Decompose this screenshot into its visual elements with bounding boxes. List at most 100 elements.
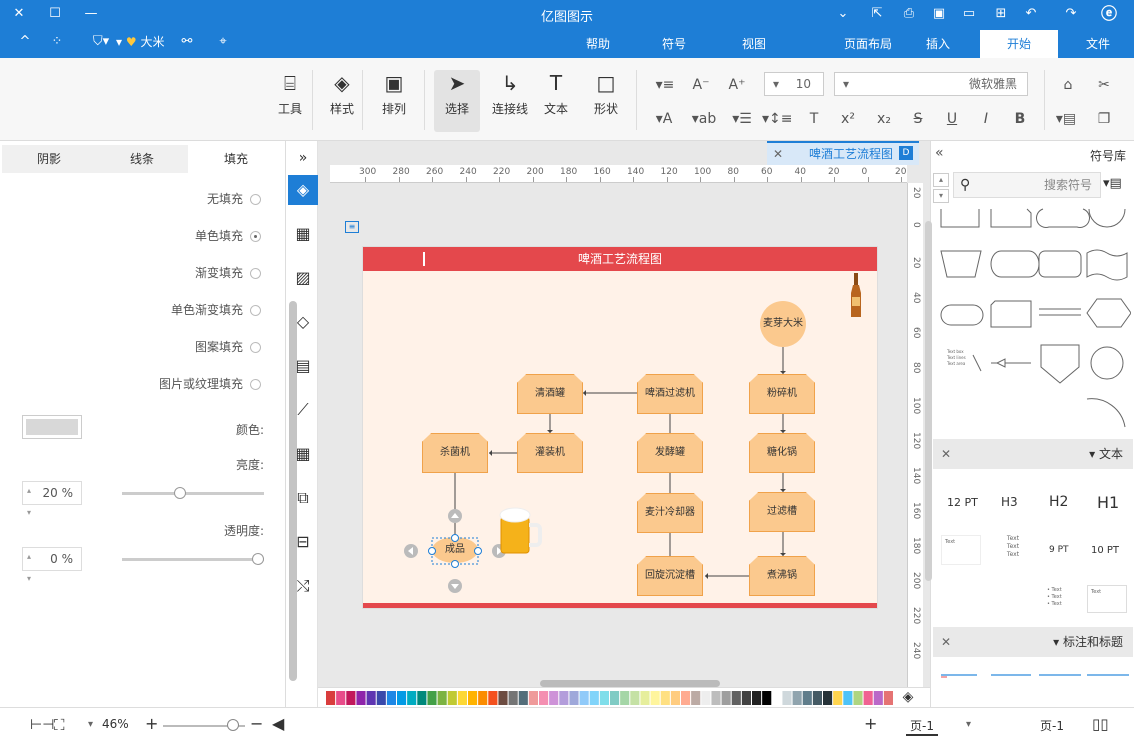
color-swatch[interactable]	[539, 691, 549, 705]
diagram-page[interactable]: 啤酒工艺流程图 麦芽大米 粉碎机 糖化锅 过滤槽 煮沸锅 回旋沉淀槽 麦汁冷却器…	[362, 246, 878, 609]
color-swatch[interactable]	[873, 691, 883, 705]
redo-icon[interactable]: ↷	[1060, 4, 1082, 24]
apps-icon[interactable]: ⁘	[46, 32, 68, 52]
minimize-icon[interactable]: —	[80, 4, 102, 24]
color-swatch[interactable]	[569, 691, 579, 705]
image-icon[interactable]: ▨	[288, 263, 318, 293]
font-size-select[interactable]: ▾ 10	[764, 72, 824, 96]
size-12pt[interactable]: 12 PT	[947, 496, 978, 509]
color-swatch[interactable]	[701, 691, 711, 705]
color-swatch[interactable]	[488, 691, 498, 705]
color-swatch[interactable]	[711, 691, 721, 705]
node-rice[interactable]: 麦芽大米	[760, 301, 806, 347]
node-saccharifier[interactable]: 糖化锅	[749, 433, 815, 473]
fill-bucket-icon[interactable]: ◈	[898, 689, 918, 705]
user-menu[interactable]: ▾ ♥ 大米	[116, 33, 164, 51]
paste-icon[interactable]: ▾▤	[1052, 108, 1080, 130]
option-texture-fill[interactable]: 图片或纹理填充	[159, 375, 243, 393]
maximize-icon[interactable]: ☐	[44, 4, 66, 24]
color-swatch[interactable]	[599, 691, 609, 705]
tab-symbols[interactable]: 符号	[654, 30, 694, 58]
color-swatch[interactable]	[681, 691, 691, 705]
scroll-down-icon[interactable]: ▾	[933, 189, 949, 203]
panel-scrollbar[interactable]	[289, 301, 297, 681]
symbol-search-field[interactable]: ⚲ 搜索符号	[953, 172, 1101, 198]
shirt-icon[interactable]: ⛉▾	[88, 32, 114, 52]
zoom-out-icon[interactable]: −	[250, 714, 263, 733]
color-palette[interactable]: ◈	[318, 680, 930, 707]
cut-icon[interactable]: ✂	[1092, 74, 1116, 96]
option-solid-fill[interactable]: 单色填充	[195, 227, 243, 245]
color-swatch[interactable]	[397, 691, 407, 705]
color-swatch[interactable]	[731, 691, 741, 705]
close-tab-icon[interactable]: ✕	[773, 143, 783, 165]
document-tab[interactable]: ✕ 啤酒工艺流程图 D	[767, 141, 919, 165]
color-swatch[interactable]	[336, 691, 346, 705]
underline-icon[interactable]: U	[942, 108, 962, 130]
close-section-icon[interactable]: ✕	[941, 627, 951, 657]
text-bullet-sample[interactable]: • Text • Text • Text	[1047, 587, 1077, 608]
color-swatch[interactable]	[863, 691, 873, 705]
heading-3[interactable]: H3	[1001, 495, 1018, 509]
fill-icon[interactable]: ◈	[288, 175, 318, 205]
font-color-icon[interactable]: ▾A	[650, 108, 678, 130]
color-swatch[interactable]	[549, 691, 559, 705]
color-swatch[interactable]	[802, 691, 812, 705]
transparency-input[interactable]: ▴ ▾ 0 %	[22, 547, 82, 583]
italic-icon[interactable]: I	[976, 108, 996, 130]
color-swatch[interactable]	[670, 691, 680, 705]
page-menu-icon[interactable]: ≡	[345, 221, 359, 233]
color-swatch[interactable]	[660, 691, 670, 705]
tab-line[interactable]: 线条	[96, 145, 188, 173]
option-single-gradient-fill[interactable]: 单色渐变填充	[171, 301, 243, 319]
tab-help[interactable]: 帮助	[578, 30, 618, 58]
node-clear-tank[interactable]: 清酒罐	[517, 374, 583, 414]
strikethrough-icon[interactable]: S	[908, 108, 928, 130]
zoom-dropdown-icon[interactable]: ▾	[88, 719, 93, 730]
color-swatch[interactable]	[468, 691, 478, 705]
tab-fill[interactable]: 填充	[188, 145, 284, 173]
font-grow-icon[interactable]: A⁺	[726, 74, 748, 96]
color-swatch[interactable]	[376, 691, 386, 705]
color-swatch[interactable]	[498, 691, 508, 705]
color-swatch[interactable]	[508, 691, 518, 705]
color-swatch[interactable]	[823, 691, 833, 705]
export-icon[interactable]: ⇱	[866, 4, 888, 24]
fullscreen-icon[interactable]: ⛶	[54, 716, 65, 734]
transparency-slider[interactable]	[122, 558, 264, 561]
transparency-slider-handle[interactable]	[252, 553, 264, 565]
color-swatch[interactable]	[326, 691, 336, 705]
undo-icon[interactable]: ↶	[1020, 4, 1042, 24]
library-menu-icon[interactable]: ▾▤	[1103, 176, 1122, 191]
callout-gallery[interactable]	[935, 667, 1131, 707]
color-swatch[interactable]	[528, 691, 538, 705]
color-swatch[interactable]	[356, 691, 366, 705]
color-swatch[interactable]	[782, 691, 792, 705]
print-icon[interactable]: ⎙	[898, 4, 920, 24]
color-swatch[interactable]	[752, 691, 762, 705]
color-swatch[interactable]	[792, 691, 802, 705]
color-swatch[interactable]	[721, 691, 731, 705]
node-crusher[interactable]: 粉碎机	[749, 374, 815, 414]
page-panel-icon[interactable]: ▯▯	[1092, 715, 1109, 733]
color-swatch[interactable]	[427, 691, 437, 705]
tab-page-layout[interactable]: 页面布局	[840, 30, 896, 58]
color-swatch[interactable]	[772, 691, 782, 705]
shape-tool-button[interactable]: □ 形状	[584, 70, 628, 132]
color-swatch[interactable]	[833, 691, 843, 705]
font-name-select[interactable]: ▾ 微软雅黑	[834, 72, 1028, 96]
color-swatch[interactable]	[447, 691, 457, 705]
collapse-panel-icon[interactable]: »	[288, 143, 318, 173]
color-swatch[interactable]	[457, 691, 467, 705]
color-swatch[interactable]	[610, 691, 620, 705]
line-spacing-icon[interactable]: ▾↕≡	[762, 108, 793, 130]
option-gradient-fill[interactable]: 渐变填充	[195, 264, 243, 282]
color-swatch[interactable]	[762, 691, 772, 705]
color-swatch[interactable]	[620, 691, 630, 705]
color-swatch[interactable]	[812, 691, 822, 705]
palette-swatches[interactable]	[326, 691, 894, 705]
pin-icon[interactable]: ⌖	[212, 32, 234, 52]
node-boil-pot[interactable]: 煮沸锅	[749, 556, 815, 596]
node-beer-filter[interactable]: 啤酒过滤机	[637, 374, 703, 414]
radio-single-gradient-fill[interactable]	[250, 305, 261, 316]
